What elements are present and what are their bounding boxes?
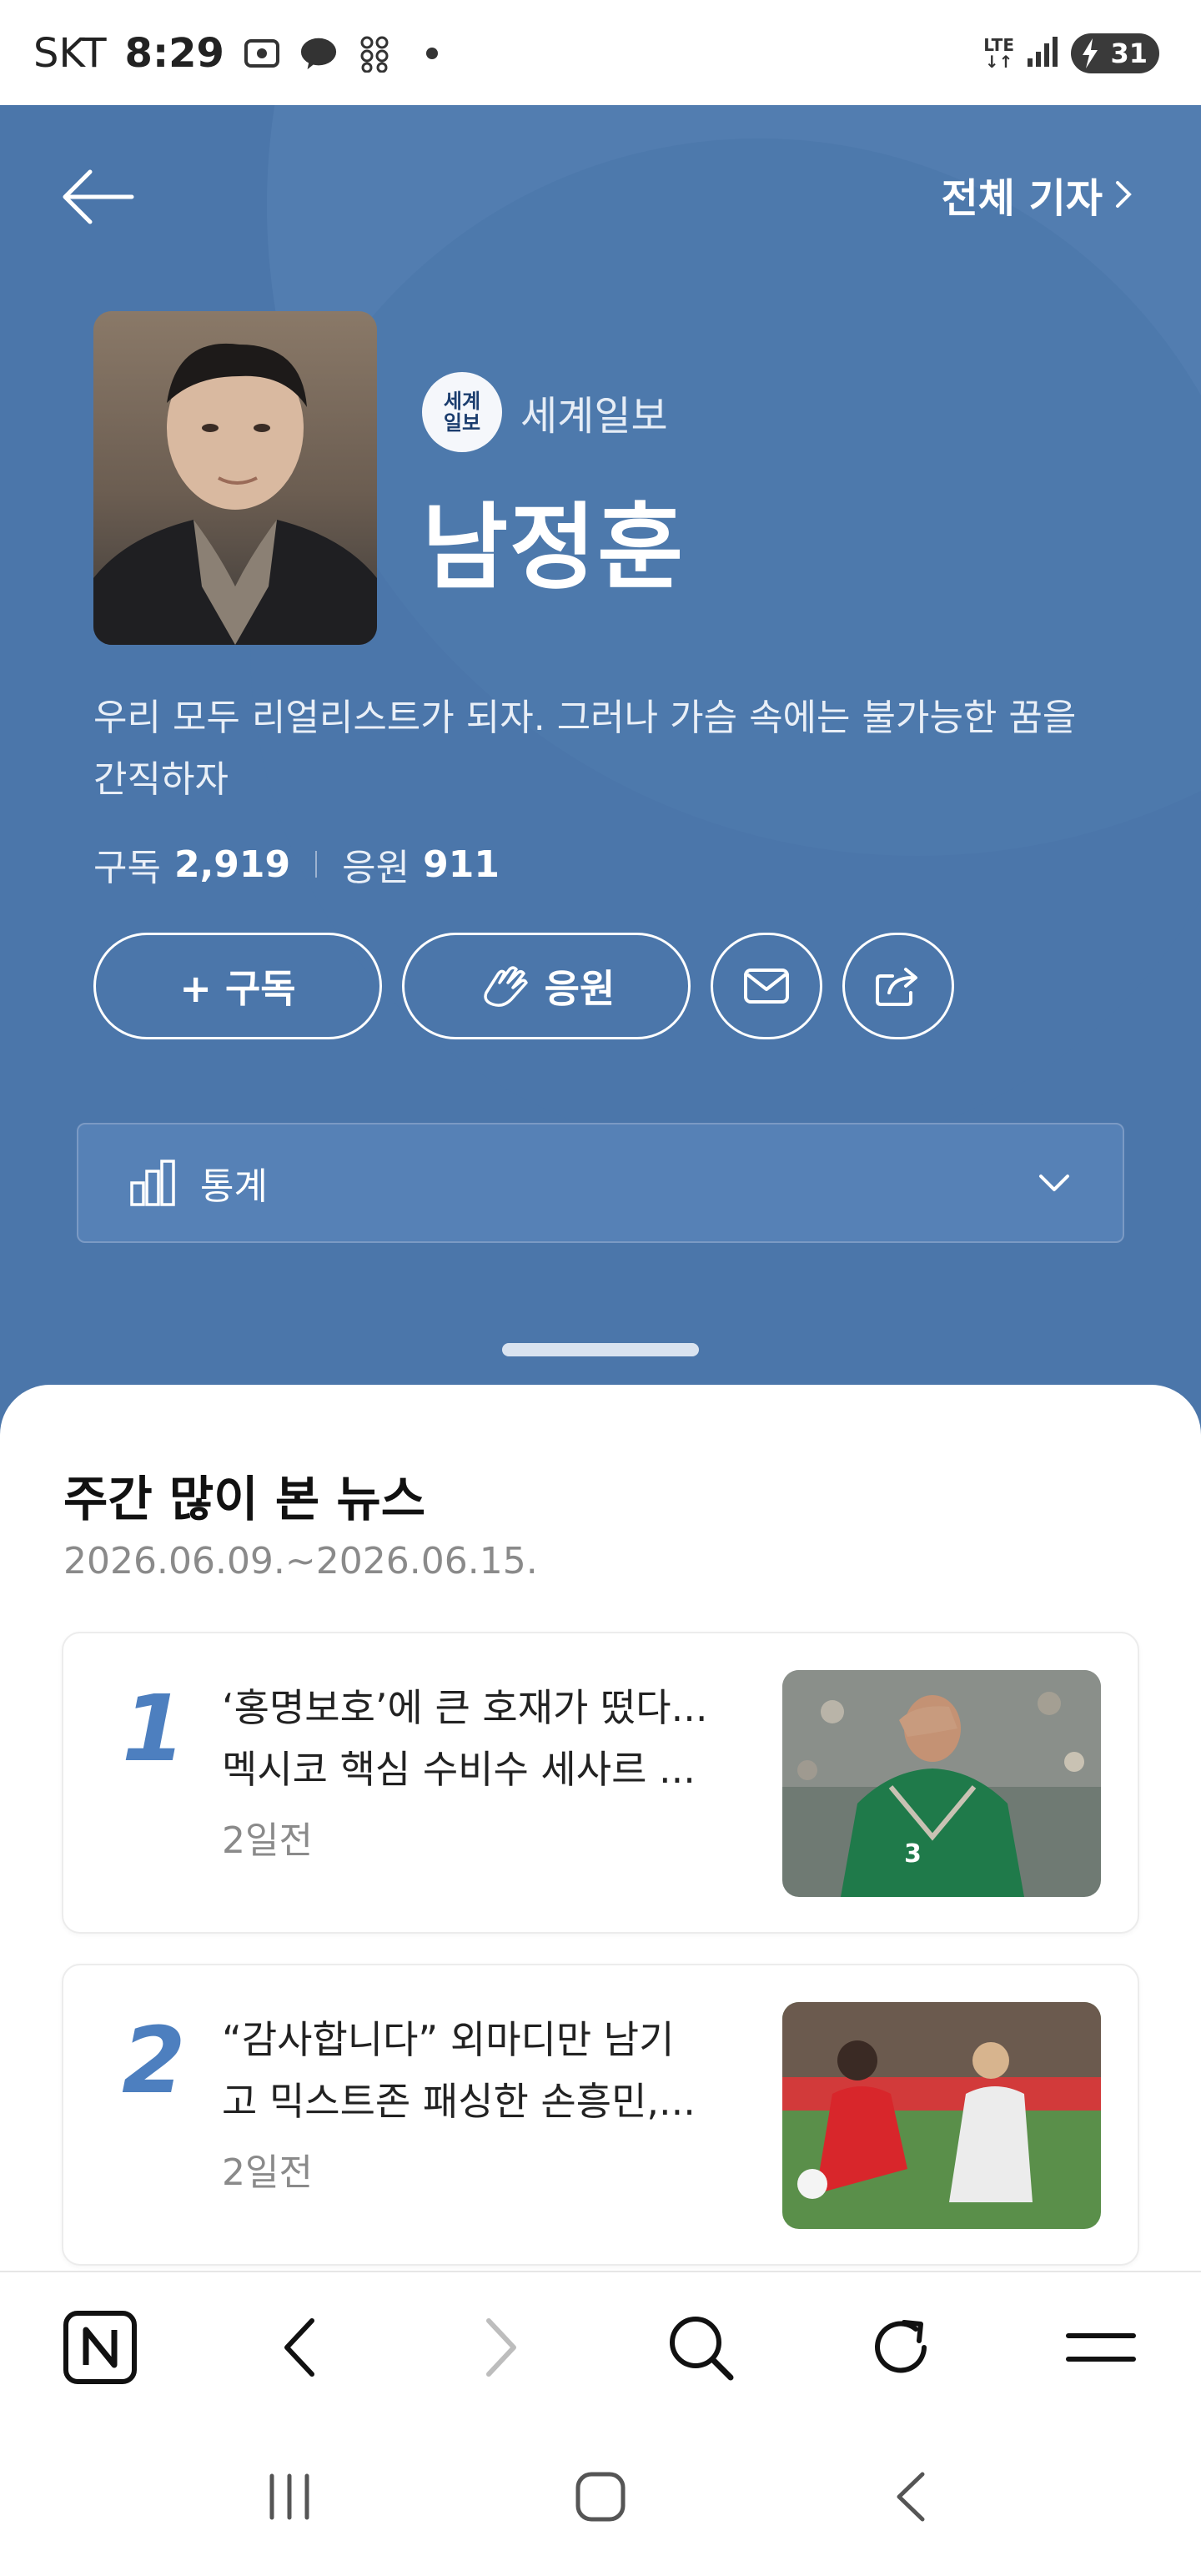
network-type: LTE ↓↑ (983, 35, 1014, 72)
rank-number: 1 (122, 1675, 186, 1782)
sheet-drag-handle[interactable] (502, 1343, 699, 1356)
time-ago: 2일전 (222, 2151, 313, 2194)
share-button[interactable] (842, 933, 954, 1039)
chevron-right-icon (1116, 181, 1132, 208)
home-button[interactable] (571, 2468, 630, 2529)
share-icon (876, 968, 917, 1006)
refresh-icon (875, 2320, 927, 2373)
reporter-bio: 우리 모두 리얼리스트가 되자. 그러나 가슴 속에는 불가능한 꿈을 간직하자 (93, 697, 1077, 801)
news-thumbnail: 3 (782, 1670, 1101, 1897)
subscribe-button-label: + 구독 (179, 966, 296, 1011)
press-name: 세계일보 (520, 393, 668, 440)
browser-back-button[interactable] (250, 2297, 350, 2397)
talk-icon (299, 34, 338, 73)
divider (315, 851, 318, 878)
system-back-button[interactable] (882, 2468, 941, 2529)
cheer-count: 911 (423, 843, 500, 886)
chevron-down-icon (1039, 1175, 1069, 1191)
clap-hand-icon (483, 966, 528, 1007)
system-navigation-bar (0, 2421, 1201, 2576)
browser-toolbar (0, 2271, 1201, 2423)
section-title: 주간 많이 본 뉴스 (63, 1471, 426, 1527)
browser-forward-button[interactable] (450, 2297, 550, 2397)
statistics-label: 통계 (200, 1165, 268, 1208)
reporter-portrait-image (93, 343, 377, 645)
press-info: 세계 일보 세계일보 (422, 372, 668, 452)
back-button[interactable] (57, 155, 140, 239)
chevron-left-icon (284, 2318, 314, 2377)
recent-apps-button[interactable] (260, 2468, 319, 2529)
home-icon (575, 2472, 626, 2522)
message-button[interactable] (711, 933, 822, 1039)
news-title: “감사합니다” 외마디만 남기 고 믹스트존 패싱한 손흥민,... (222, 2017, 696, 2124)
clock: 8:29 (124, 30, 224, 77)
reporter-photo (93, 311, 377, 645)
status-bar: SKT 8:29 LTE ↓↑ 31 (0, 0, 1201, 105)
soccer-match-image (782, 2002, 1101, 2229)
soccer-player-image: 3 (782, 1670, 1101, 1897)
charging-bolt-icon (1083, 38, 1098, 68)
time-ago: 2일전 (222, 1819, 313, 1862)
arrow-left-icon (63, 169, 134, 224)
news-card[interactable]: 2 “감사합니다” 외마디만 남기 고 믹스트존 패싱한 손흥민,... 2일전 (62, 1964, 1139, 2266)
reporter-stats: 구독 2,919 응원 911 (93, 838, 500, 891)
all-reporters-link[interactable]: 전체 기자 (942, 165, 1134, 224)
all-reporters-label: 전체 기자 (941, 175, 1103, 222)
reporter-profile-header: 전체 기자 세계 일보 세계일보 남정훈 우리 모두 리얼리스트가 되자. 그러… (0, 105, 1201, 1440)
mail-icon (744, 969, 789, 1004)
bar-chart-icon (130, 1160, 175, 1206)
cheer-button-label: 응원 (544, 966, 616, 1011)
recent-apps-icon (269, 2473, 309, 2520)
search-icon (670, 2317, 734, 2381)
back-icon (897, 2472, 925, 2522)
svg-text:3: 3 (904, 1839, 922, 1869)
news-thumbnail (782, 2002, 1101, 2229)
subscribe-count: 2,919 (173, 843, 291, 886)
news-title: ‘홍명보호’에 큰 호재가 떴다... 멕시코 핵심 수비수 세사르 ... (222, 1685, 708, 1792)
weekly-popular-news: 주간 많이 본 뉴스 2026.06.09.~2026.06.15. 1 ‘홍명… (0, 1385, 1201, 2279)
date-range: 2026.06.09.~2026.06.15. (63, 1540, 538, 1582)
menu-button[interactable] (1051, 2297, 1151, 2397)
hamburger-menu-icon (1066, 2333, 1136, 2362)
subscribe-button[interactable]: + 구독 (93, 933, 382, 1039)
app-grid-icon (356, 34, 394, 73)
naver-n-icon (63, 2311, 137, 2384)
notification-dot-icon (425, 48, 438, 59)
reporter-name: 남정훈 (422, 494, 686, 602)
signal-icon (1026, 35, 1059, 72)
chevron-right-icon (486, 2318, 516, 2377)
profile-actions: + 구독 응원 (93, 933, 954, 1039)
press-logo: 세계 일보 (422, 372, 502, 452)
news-card[interactable]: 1 ‘홍명보호’에 큰 호재가 떴다... 멕시코 핵심 수비수 세사르 ...… (62, 1632, 1139, 1934)
naver-home-button[interactable] (50, 2297, 150, 2397)
subscribe-count-label: 구독 (93, 847, 161, 889)
battery-indicator: 31 (1071, 33, 1159, 73)
carrier-label: SKT (33, 30, 107, 77)
statistics-toggle[interactable]: 통계 (77, 1123, 1124, 1243)
cheer-count-label: 응원 (342, 847, 410, 889)
rank-number: 2 (122, 2007, 186, 2114)
cheer-button[interactable]: 응원 (402, 933, 691, 1039)
search-button[interactable] (651, 2297, 751, 2397)
screenshot-icon (243, 34, 281, 73)
refresh-button[interactable] (851, 2297, 951, 2397)
